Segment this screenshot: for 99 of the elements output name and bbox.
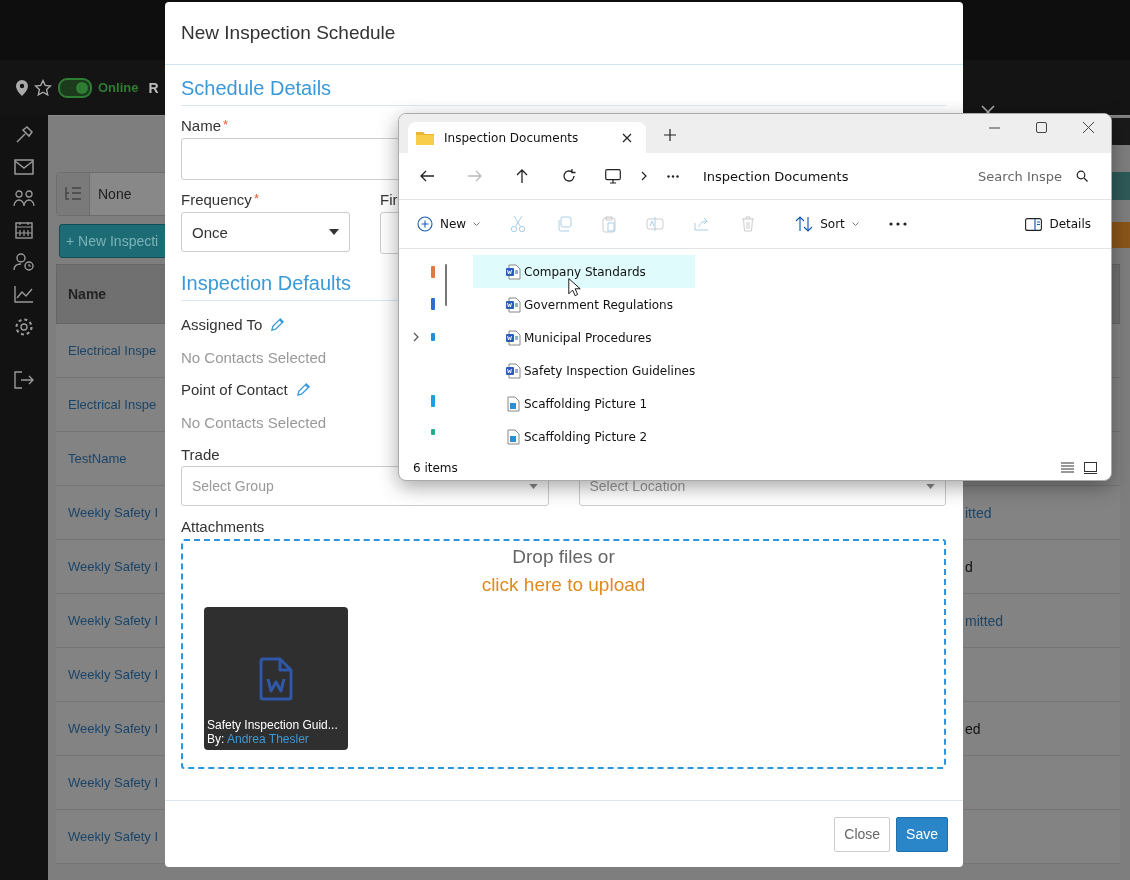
scrollbar[interactable] bbox=[445, 264, 447, 306]
caret-icon bbox=[926, 483, 935, 489]
drop-zone[interactable]: Drop files or click here to upload Safety Inspection Guid... By: Andrea Thesler bbox=[181, 539, 946, 769]
word-document-icon bbox=[505, 362, 521, 379]
file-name: Safety Inspection Guid... bbox=[207, 718, 339, 732]
line-chart-icon[interactable] bbox=[14, 285, 34, 303]
image-file-icon bbox=[505, 428, 521, 445]
name-link[interactable]: Electrical Inspe bbox=[68, 397, 157, 412]
field-label: Attachments bbox=[181, 518, 265, 535]
name-link[interactable]: Weekly Safety I bbox=[68, 613, 159, 628]
word-document-icon bbox=[505, 263, 521, 280]
dialog-title: New Inspection Schedule bbox=[181, 22, 396, 44]
tree-list-icon bbox=[64, 186, 82, 202]
chevron-icon[interactable] bbox=[413, 332, 419, 342]
monitor-icon[interactable] bbox=[605, 168, 621, 184]
status-text: ed bbox=[965, 720, 981, 737]
required-mark: * bbox=[253, 191, 259, 206]
attachment-card[interactable]: Safety Inspection Guid... By: Andrea Thesler bbox=[204, 607, 348, 750]
back-arrow-icon[interactable] bbox=[420, 170, 434, 182]
details-button[interactable]: Details bbox=[1025, 217, 1091, 231]
hammer-icon[interactable] bbox=[14, 125, 34, 145]
upload-link[interactable]: click here to upload bbox=[481, 574, 646, 596]
online-label: Online bbox=[98, 80, 139, 95]
image-file-icon bbox=[505, 395, 521, 412]
settings-icon[interactable] bbox=[14, 317, 34, 337]
caret-icon bbox=[329, 229, 339, 235]
online-toggle[interactable] bbox=[58, 77, 92, 98]
maximize-icon[interactable] bbox=[1036, 122, 1047, 133]
logout-icon[interactable] bbox=[14, 371, 34, 389]
details-pane-icon bbox=[1025, 217, 1043, 231]
window-tab[interactable]: Inspection Documents bbox=[408, 122, 646, 153]
frequency-select[interactable]: Once bbox=[181, 212, 350, 252]
more-icon[interactable] bbox=[888, 222, 907, 226]
word-document-icon bbox=[259, 657, 293, 701]
more-icon[interactable] bbox=[667, 174, 679, 178]
required-mark: * bbox=[223, 117, 229, 132]
caret-icon bbox=[851, 222, 859, 226]
contacts-text: No Contacts Selected bbox=[181, 414, 327, 431]
contacts-text: No Contacts Selected bbox=[181, 349, 327, 366]
drop-text: Drop files or bbox=[512, 546, 615, 568]
field-label: Frequency bbox=[181, 191, 252, 208]
new-tab-icon[interactable] bbox=[664, 129, 676, 141]
name-link[interactable]: Weekly Safety I bbox=[68, 721, 159, 736]
location-pin-icon[interactable] bbox=[16, 79, 28, 96]
status-link[interactable]: itted bbox=[965, 504, 992, 521]
up-arrow-icon[interactable] bbox=[516, 169, 528, 183]
star-icon[interactable] bbox=[34, 78, 52, 97]
by-label: By: bbox=[207, 732, 225, 746]
field-label: Trade bbox=[181, 446, 220, 463]
sort-button[interactable]: Sort bbox=[795, 216, 859, 232]
file-item[interactable]: Scaffolding Picture 1 bbox=[473, 387, 696, 420]
field-label: Assigned To bbox=[181, 316, 263, 333]
folder-icon bbox=[416, 130, 434, 145]
list-view-icon[interactable] bbox=[1061, 462, 1074, 473]
sort-icon bbox=[795, 216, 814, 232]
name-link[interactable]: Weekly Safety I bbox=[68, 559, 159, 574]
plus-circle-icon bbox=[417, 216, 433, 232]
pencil-icon[interactable] bbox=[295, 382, 311, 397]
search-field[interactable]: Search Inspe bbox=[978, 168, 1111, 184]
file-item[interactable]: Municipal Procedures bbox=[473, 321, 696, 354]
close-button[interactable]: Close bbox=[834, 816, 891, 852]
name-link[interactable]: Electrical Inspe bbox=[68, 343, 157, 358]
file-item[interactable]: Scaffolding Picture 2 bbox=[473, 420, 696, 453]
calendar-icon[interactable] bbox=[15, 221, 33, 239]
people-icon[interactable] bbox=[13, 189, 35, 207]
author-link[interactable]: Andrea Thesler bbox=[227, 732, 309, 746]
name-link[interactable]: TestName bbox=[68, 451, 127, 466]
close-icon[interactable] bbox=[622, 132, 632, 143]
save-button[interactable]: Save bbox=[896, 816, 948, 852]
name-link[interactable]: Weekly Safety I bbox=[68, 829, 159, 844]
clipboard-icon[interactable] bbox=[602, 215, 617, 233]
search-icon bbox=[1076, 170, 1088, 182]
cursor-icon bbox=[568, 278, 581, 297]
mail-icon[interactable] bbox=[14, 159, 34, 175]
file-item[interactable]: Company Standards bbox=[473, 255, 696, 288]
word-document-icon bbox=[505, 329, 521, 346]
refresh-icon[interactable] bbox=[562, 169, 576, 183]
name-link[interactable]: Weekly Safety I bbox=[68, 667, 159, 682]
name-link[interactable]: Weekly Safety I bbox=[68, 505, 159, 520]
header-text: R bbox=[148, 79, 159, 96]
chevron-icon[interactable] bbox=[641, 171, 647, 181]
section-heading: Schedule Details bbox=[181, 77, 946, 106]
new-button[interactable]: New bbox=[417, 216, 481, 232]
word-document-icon bbox=[505, 296, 521, 313]
status-text: d bbox=[965, 558, 973, 575]
field-label: Fir bbox=[380, 191, 398, 208]
breadcrumb[interactable]: Inspection Documents bbox=[703, 168, 849, 184]
field-label: Point of Contact bbox=[181, 381, 288, 398]
file-item[interactable]: Safety Inspection Guidelines bbox=[473, 354, 696, 387]
name-link[interactable]: Weekly Safety I bbox=[68, 775, 159, 790]
tiles-view-icon[interactable] bbox=[1084, 462, 1097, 474]
status-link[interactable]: mitted bbox=[965, 612, 1004, 629]
field-label: Name bbox=[181, 117, 221, 134]
caret-icon bbox=[528, 483, 538, 489]
column-header[interactable]: Name bbox=[57, 286, 107, 302]
close-icon[interactable] bbox=[1083, 122, 1094, 133]
caret-icon bbox=[473, 222, 481, 226]
user-clock-icon[interactable] bbox=[13, 253, 35, 271]
pencil-icon[interactable] bbox=[270, 317, 286, 332]
